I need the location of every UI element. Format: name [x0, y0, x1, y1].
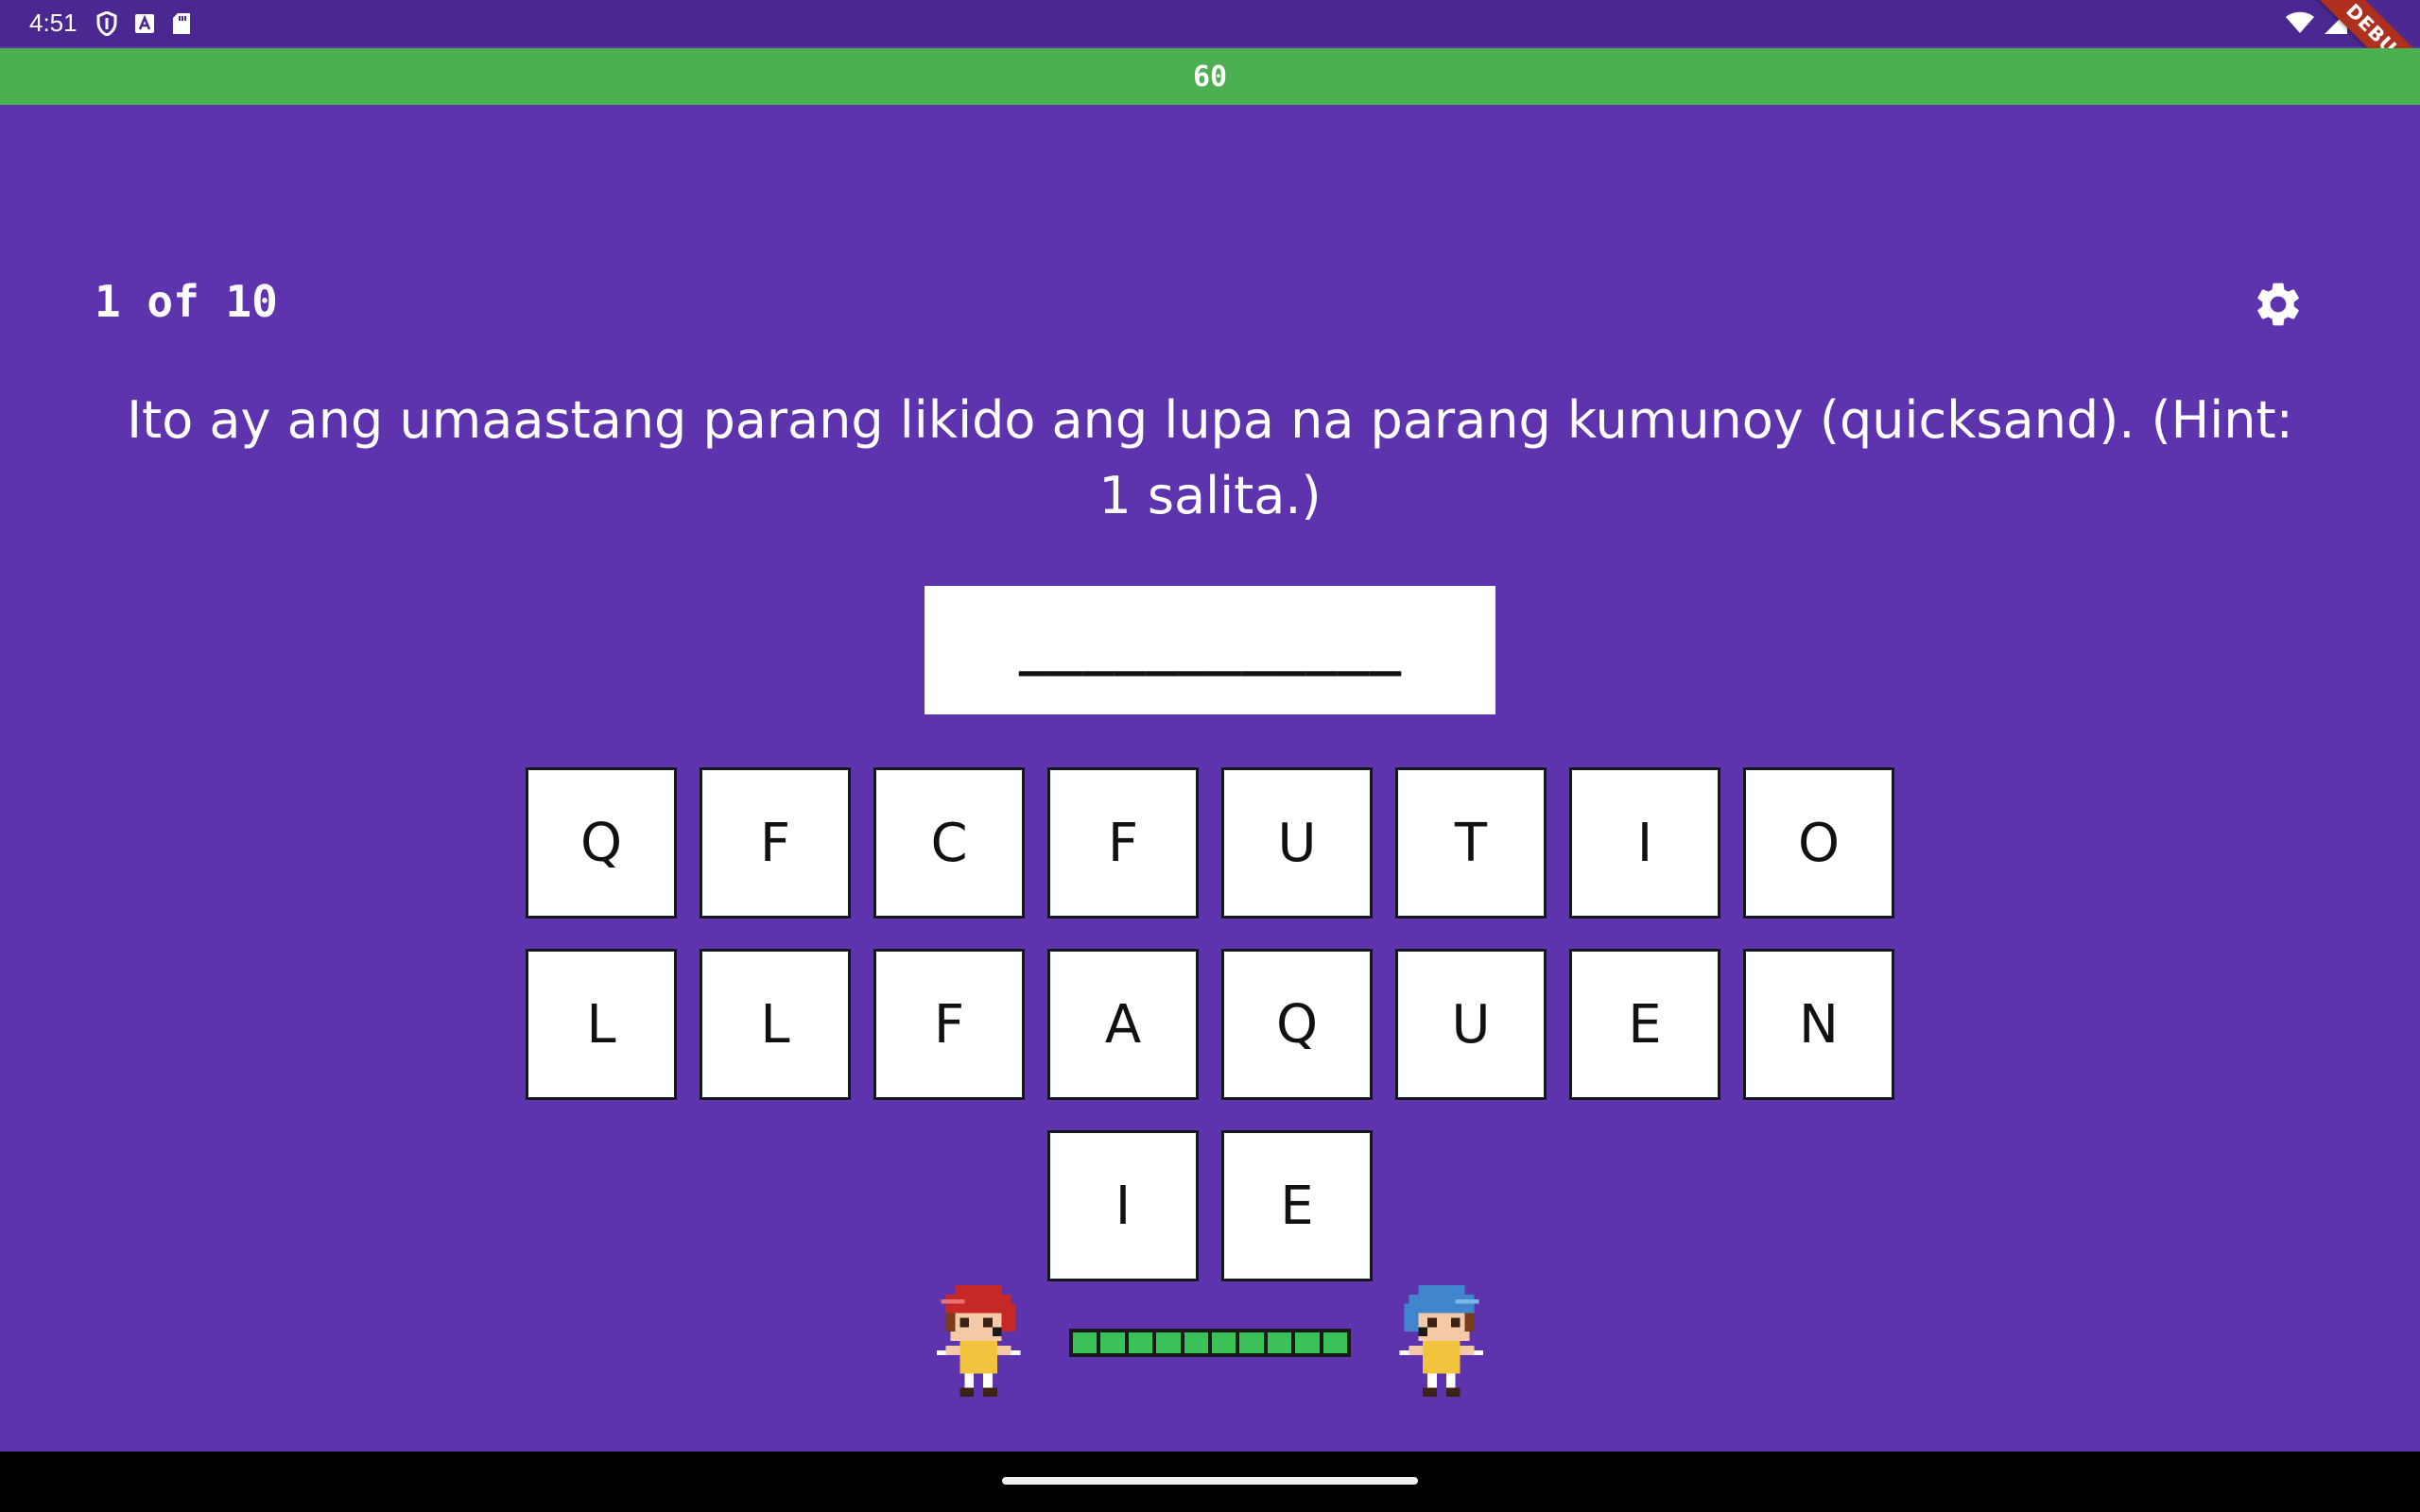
question-text: Ito ay ang umaastang parang likido ang l… [127, 390, 2293, 525]
letter-key[interactable]: Q [526, 767, 677, 919]
a-badge-icon [134, 13, 155, 34]
health-segment [1156, 1332, 1181, 1353]
letter-key[interactable]: U [1221, 767, 1373, 919]
letter-key[interactable]: O [1743, 767, 1894, 919]
health-segment [1267, 1332, 1292, 1353]
home-indicator[interactable] [1002, 1477, 1418, 1485]
player-red-sprite [936, 1285, 1030, 1410]
letter-key[interactable]: L [526, 949, 677, 1100]
letter-key[interactable]: Q [1221, 949, 1373, 1100]
health-segment [1239, 1332, 1264, 1353]
sd-card-icon [172, 12, 191, 35]
letter-key[interactable]: L [700, 949, 851, 1100]
letter-key[interactable]: C [873, 767, 1025, 919]
letter-key[interactable]: U [1395, 949, 1547, 1100]
status-time: 4:51 [29, 9, 78, 37]
health-segment [1128, 1332, 1153, 1353]
settings-button[interactable] [2250, 276, 2307, 333]
letter-key[interactable]: F [873, 949, 1025, 1100]
health-segment [1073, 1332, 1098, 1353]
letter-key[interactable]: F [1047, 767, 1199, 919]
letter-key[interactable]: I [1569, 767, 1720, 919]
gear-icon [2257, 283, 2299, 326]
letter-key[interactable]: A [1047, 949, 1199, 1100]
answer-box: ____________ [925, 586, 1495, 714]
letter-key[interactable]: T [1395, 767, 1547, 919]
wifi-icon [2286, 11, 2314, 41]
health-segment [1322, 1332, 1348, 1353]
health-segment [1100, 1332, 1125, 1353]
timer-value: 60 [1192, 60, 1228, 94]
timer-bar: 60 [0, 48, 2420, 105]
answer-blanks: ____________ [1018, 614, 1402, 677]
player-blue-sprite [1390, 1285, 1484, 1410]
health-bar [1069, 1329, 1351, 1357]
shield-icon [96, 10, 117, 36]
letter-key[interactable]: E [1221, 1130, 1373, 1281]
health-segment [1184, 1332, 1209, 1353]
letter-key[interactable]: E [1569, 949, 1720, 1100]
letter-key[interactable]: N [1743, 949, 1894, 1100]
letter-key[interactable]: I [1047, 1130, 1199, 1281]
question-counter: 1 of 10 [95, 276, 278, 327]
health-segment [1212, 1332, 1236, 1353]
letter-key[interactable]: F [700, 767, 851, 919]
health-segment [1295, 1332, 1320, 1353]
status-bar: 4:51 [0, 0, 2420, 46]
